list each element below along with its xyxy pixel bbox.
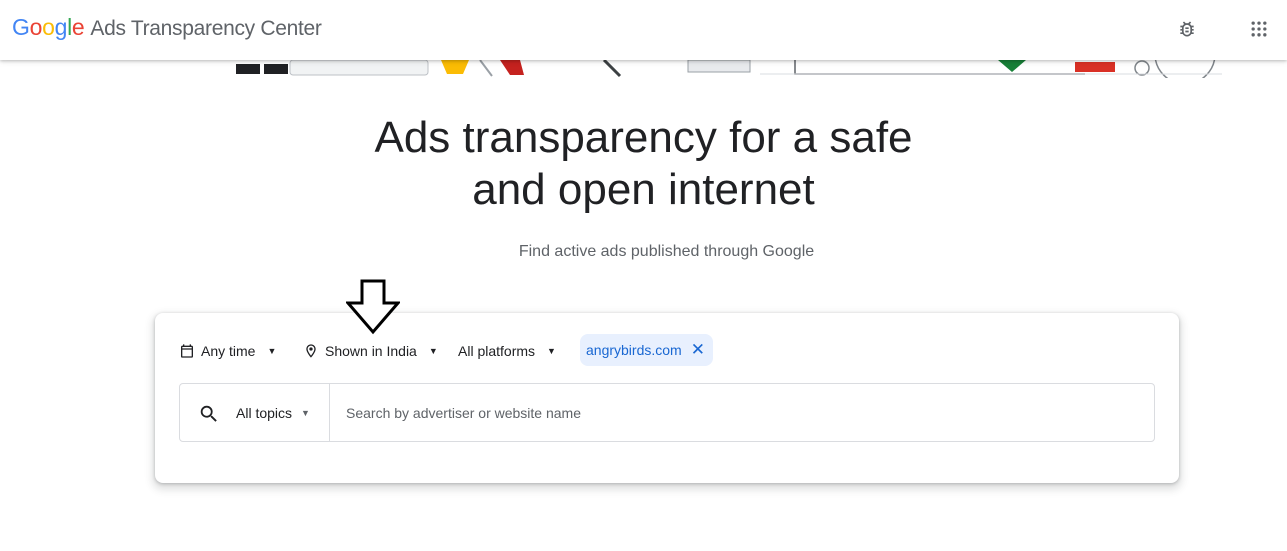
platform-filter[interactable]: All platforms ▼ [458,335,556,367]
bug-report-icon[interactable] [1174,16,1200,42]
logo-letter: g [54,14,68,40]
topics-label: All topics [236,404,293,421]
search-icon [200,405,217,422]
search-input[interactable] [330,384,1154,441]
search-card: Any time ▼ Shown in India ▼ All platform… [155,313,1179,483]
down-arrow-annotation-icon [346,279,400,335]
search-box: All topics ▼ [179,383,1155,442]
page-title: Ads transparency for a safe and open int… [0,112,1287,216]
chevron-down-icon: ▼ [428,346,438,356]
logo-letter: o [29,14,43,40]
page-subtitle: Find active ads published through Google [518,243,815,260]
hero-illustration [0,60,1287,78]
platform-label: All platforms [458,343,536,359]
top-app-bar: Google Ads Transparency Center [0,0,1287,60]
chevron-down-icon: ▼ [547,346,556,356]
logo-letter: G [12,14,30,40]
chip-label: angrybirds.com [586,342,682,358]
date-range-label: Any time [201,343,256,359]
logo-letter: o [42,14,55,40]
close-icon[interactable]: ✕ [691,340,705,360]
product-name: Ads Transparency Center [90,17,322,40]
region-filter[interactable]: Shown in India ▼ [303,335,438,367]
ads-transparency-logo[interactable]: Google Ads Transparency Center [12,14,322,41]
apps-grid-icon[interactable] [1246,16,1272,42]
chevron-down-icon: ▼ [301,407,310,418]
title-line: Ads transparency for a safe [374,113,913,162]
chevron-down-icon: ▼ [267,346,277,356]
topics-dropdown[interactable]: All topics ▼ [236,384,310,441]
calendar-icon [181,344,193,358]
title-line: and open internet [472,165,815,214]
logo-letter: e [71,14,85,40]
advertiser-filter-chip[interactable]: angrybirds.com ✕ [580,334,713,366]
region-label: Shown in India [325,343,417,359]
date-range-filter[interactable]: Any time ▼ [179,335,276,367]
location-pin-icon [306,344,316,358]
